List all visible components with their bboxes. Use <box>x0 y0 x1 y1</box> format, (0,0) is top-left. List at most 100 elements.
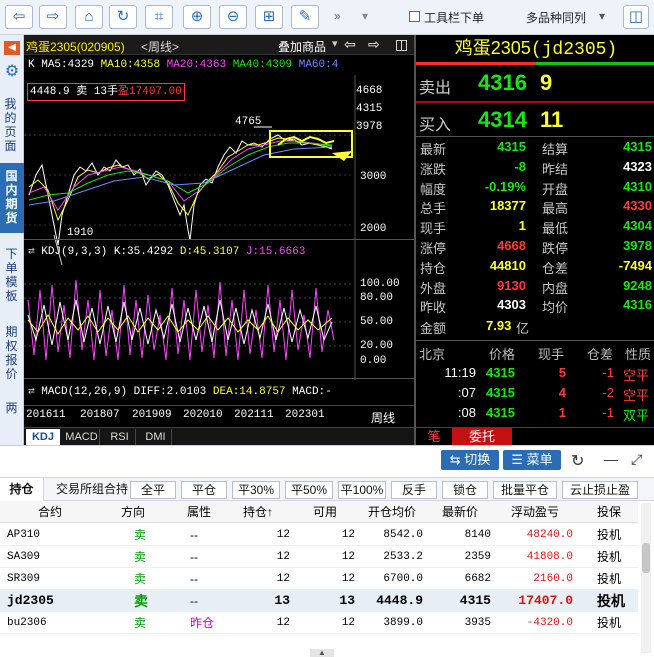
tab-orders[interactable]: 委托 <box>452 428 512 445</box>
nav-more[interactable]: 两 <box>0 401 24 415</box>
stat-label: 最低 <box>542 221 569 237</box>
cell-open-avg: 2533.2 <box>383 551 423 563</box>
cell-available: 12 <box>341 573 355 585</box>
nav-order-template[interactable]: 下单模板 <box>0 247 24 303</box>
quote-stats: 最新 4315 结算 4315 涨跌 -8 昨结 4323 幅度 -0.19% 开盘 4310 总手 18… <box>416 139 654 339</box>
table-row[interactable]: jd2305 卖 -- 13 13 4448.9 4315 17407.0 投机 <box>0 590 638 612</box>
prev-arrow-icon[interactable]: ⇦ <box>344 36 356 53</box>
nav-domestic-futures[interactable]: 国内期货 <box>0 163 24 233</box>
refresh-icon[interactable]: ↻ <box>571 451 584 471</box>
cloud-stop-button[interactable]: 云止损止盈 <box>562 481 638 499</box>
kline-label: K <box>28 59 35 71</box>
tab-combo-positions[interactable]: 交易所组合持 <box>52 481 132 499</box>
overlay-chevron-icon[interactable]: ▾ <box>332 37 338 50</box>
col-direction[interactable]: 方向 <box>121 501 145 523</box>
tab-rsi[interactable]: RSI <box>104 429 136 445</box>
tab-macd[interactable]: MACD <box>64 429 100 445</box>
kdj-icon[interactable]: ⇄ <box>28 246 35 258</box>
stat-value: 4323 <box>623 158 652 174</box>
table-header: 合约 方向 属性 持仓↑ 可用 开仓均价 最新价 浮动盈亏 投保 <box>0 501 638 523</box>
overlay-dropdown[interactable]: 叠加商品 <box>278 38 326 55</box>
close-all-button[interactable]: 全平 <box>130 481 176 499</box>
close-position-button[interactable]: 平仓 <box>181 481 227 499</box>
forward-icon[interactable]: ⇨ <box>39 5 67 29</box>
table-row[interactable]: AP310 卖 -- 12 12 8542.0 8140 48240.0 投机 <box>0 524 638 546</box>
table-row[interactable]: SA309 卖 -- 12 12 2533.2 2359 41808.0 投机 <box>0 546 638 568</box>
cell-hedge: 投机 <box>597 593 625 609</box>
tick-time: :08 <box>457 405 476 420</box>
tab-kdj[interactable]: KDJ <box>26 429 60 445</box>
cell-contract: SA309 <box>7 551 41 563</box>
date-tick: 201807 <box>80 409 120 421</box>
zoom-out-icon[interactable]: ⊖ <box>219 5 247 29</box>
macd-label: MACD(12,26,9) <box>41 386 128 398</box>
col-attribute[interactable]: 属性 <box>187 501 211 523</box>
next-arrow-icon[interactable]: ⇨ <box>368 36 380 53</box>
refresh-icon[interactable]: ↻ <box>109 5 137 29</box>
col-contract[interactable]: 合约 <box>38 501 62 523</box>
close-30-button[interactable]: 平30% <box>232 481 280 499</box>
home-icon[interactable]: ⌂ <box>75 5 103 29</box>
menu-button[interactable]: ☰ 菜单 <box>503 450 561 470</box>
layout-dropdown[interactable]: 多品种同列 <box>526 9 586 26</box>
zoom-in-icon[interactable]: ⊕ <box>183 5 211 29</box>
draw-icon[interactable]: ✎ <box>291 5 319 29</box>
tab-dmi[interactable]: DMI <box>140 429 172 445</box>
close-100-button[interactable]: 平100% <box>338 481 386 499</box>
nav-my-page[interactable]: 我的页面 <box>0 97 22 153</box>
ma20-label: MA20:4363 <box>166 59 227 71</box>
collapse-up-icon[interactable]: ▲ <box>310 649 334 657</box>
cell-holding: 12 <box>276 529 290 541</box>
col-open-avg[interactable]: 开仓均价 <box>368 501 416 523</box>
cell-attribute: -- <box>190 594 198 608</box>
col-last-price[interactable]: 最新价 <box>442 501 478 523</box>
chart-period[interactable]: <周线> <box>141 38 179 55</box>
more-icon[interactable]: » <box>334 9 341 23</box>
toolbar-checkbox[interactable] <box>409 11 420 22</box>
cell-holding: 12 <box>276 573 290 585</box>
tick-nature: 双平 <box>623 408 650 423</box>
back-icon[interactable]: ⇦ <box>5 5 33 29</box>
sell-price[interactable]: 4316 <box>478 70 527 96</box>
chevron-down-icon[interactable]: ▾ <box>599 9 605 23</box>
crop-icon[interactable]: ⌗ <box>145 5 173 29</box>
tab-positions[interactable]: 持仓 <box>0 478 44 501</box>
cell-hedge: 投机 <box>597 550 622 564</box>
gear-icon[interactable]: ⚙ <box>3 63 21 81</box>
collapse-arrow-icon[interactable]: ◀ <box>4 41 20 55</box>
tab-ticks[interactable]: 笔 <box>420 428 448 445</box>
minimize-icon[interactable]: — <box>604 451 618 467</box>
ma5-label: MA5:4329 <box>41 59 95 71</box>
table-row[interactable]: bu2306 卖 昨仓 12 12 3899.0 3935 -4320.0 投机 <box>0 612 638 634</box>
calculator-icon[interactable]: ⊞ <box>255 5 283 29</box>
switch-button[interactable]: ⇆ 切换 <box>441 450 499 470</box>
kdj-plot[interactable] <box>24 260 414 380</box>
tick-vol: 4 <box>558 385 566 400</box>
date-tick: 201611 <box>26 409 66 421</box>
ma60-label: MA60:4 <box>298 59 339 71</box>
expand-icon[interactable]: ⤢ <box>631 451 642 468</box>
buy-qty: 11 <box>540 107 564 132</box>
dropdown-small-icon[interactable]: ▾ <box>362 9 368 23</box>
macd-icon[interactable]: ⇄ <box>28 386 35 398</box>
cell-hedge: 投机 <box>597 616 622 630</box>
tick-oi: -1 <box>602 365 614 380</box>
vertical-scrollbar[interactable] <box>641 503 651 653</box>
lock-button[interactable]: 锁仓 <box>442 481 488 499</box>
price-tick-3000: 3000 <box>360 171 387 183</box>
close-50-button[interactable]: 平50% <box>285 481 333 499</box>
chart-layout-icon[interactable]: ◫ <box>395 36 408 53</box>
sell-label: 卖出 <box>419 80 452 97</box>
ticks-header-price: 价格 <box>489 347 516 362</box>
nav-option-quote[interactable]: 期权报价 <box>0 325 24 381</box>
col-hedge[interactable]: 投保 <box>597 501 621 523</box>
quote-stat-row: 现手 1 最低 4304 <box>420 218 652 238</box>
table-row[interactable]: SR309 卖 -- 12 12 6700.0 6682 2160.0 投机 <box>0 568 638 590</box>
col-holding[interactable]: 持仓↑ <box>243 501 273 523</box>
col-floating-pnl[interactable]: 浮动盈亏 <box>511 501 559 523</box>
buy-price[interactable]: 4314 <box>478 107 527 133</box>
batch-close-button[interactable]: 批量平仓 <box>493 481 557 499</box>
reverse-button[interactable]: 反手 <box>391 481 437 499</box>
panel-layout-icon[interactable]: ◫ <box>623 5 649 29</box>
col-available[interactable]: 可用 <box>313 501 337 523</box>
